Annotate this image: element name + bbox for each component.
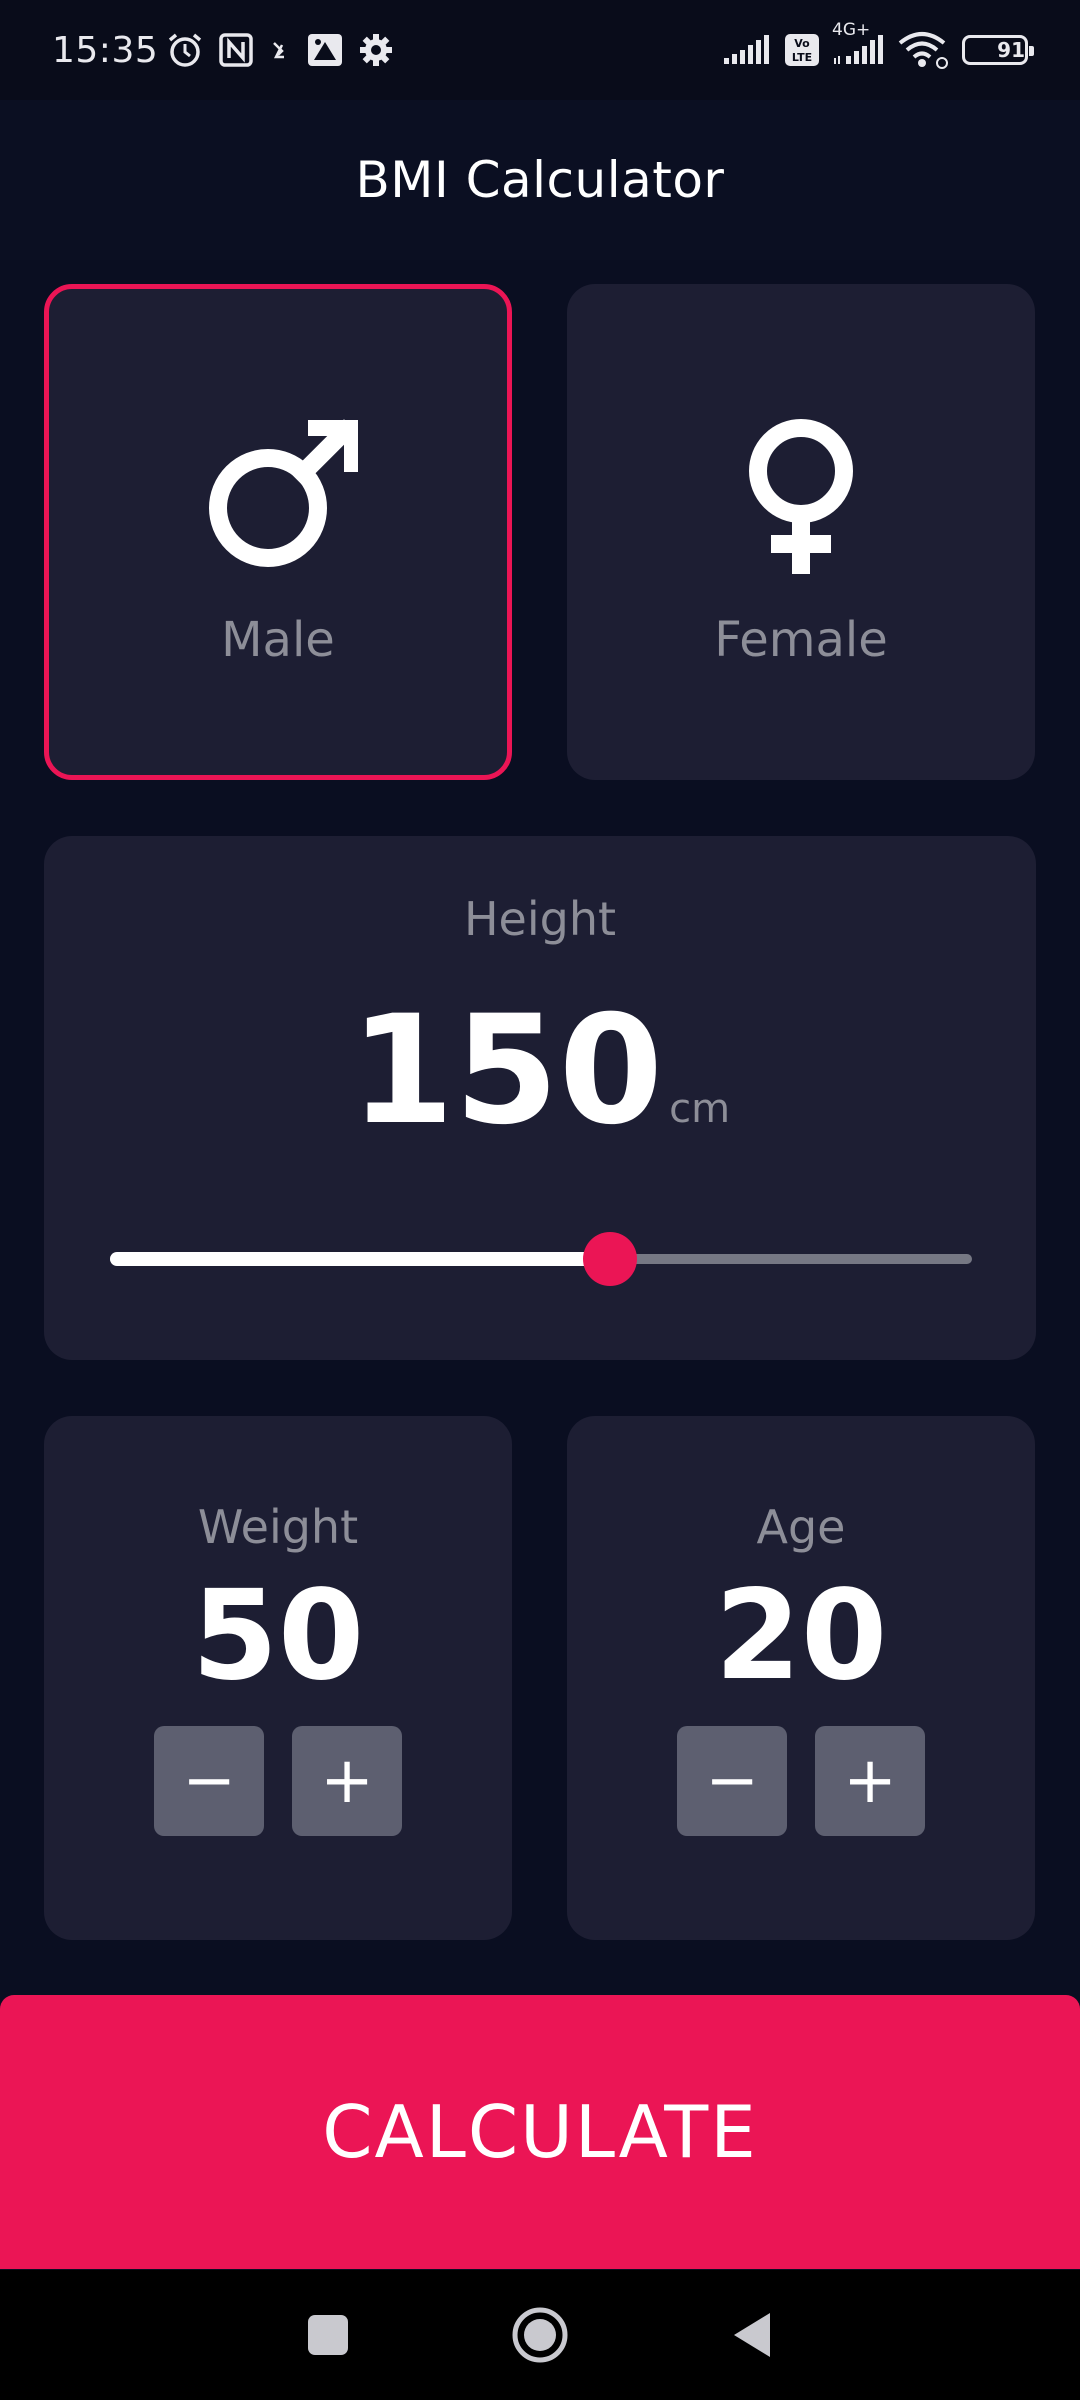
weight-label: Weight [197, 1500, 359, 1554]
weight-value: 50 [191, 1564, 365, 1708]
calculate-button[interactable]: CALCULATE [0, 1995, 1080, 2269]
signal-icon [722, 34, 772, 66]
height-value: 150 [349, 984, 664, 1158]
height-value-row: 150 cm [44, 996, 1036, 1146]
page-title: BMI Calculator [355, 151, 725, 209]
svg-text:LTE: LTE [792, 51, 812, 64]
home-icon[interactable] [510, 2305, 570, 2365]
weight-decrement-button[interactable]: − [154, 1726, 264, 1837]
recent-apps-icon[interactable] [306, 2313, 350, 2357]
weight-card: Weight 50 − + [44, 1416, 512, 1940]
age-card: Age 20 − + [567, 1416, 1035, 1940]
battery-level: 91 [997, 38, 1025, 62]
svg-text:Vo: Vo [794, 37, 810, 50]
nfc-icon [218, 32, 254, 68]
back-icon[interactable] [730, 2310, 774, 2360]
system-nav-bar [0, 2270, 1080, 2400]
settings-icon [358, 32, 394, 68]
age-increment-button[interactable]: + [815, 1726, 925, 1837]
status-left-icons [166, 31, 394, 69]
sim-icon [268, 35, 292, 65]
age-decrement-button[interactable]: − [677, 1726, 787, 1837]
battery-icon: 91 [962, 35, 1034, 65]
wifi-icon [898, 31, 950, 69]
height-unit: cm [669, 1086, 731, 1132]
male-icon [198, 416, 360, 576]
height-slider[interactable] [110, 1232, 972, 1286]
photo-icon [306, 32, 344, 68]
male-label: Male [221, 612, 335, 668]
male-card[interactable]: Male [44, 284, 512, 780]
status-time: 15:35 [52, 29, 159, 71]
age-value: 20 [714, 1564, 888, 1708]
network-type-signal-icon: 4G+ [832, 20, 886, 66]
height-label: Height [463, 892, 617, 946]
weight-increment-button[interactable]: + [292, 1726, 402, 1837]
slider-thumb[interactable] [582, 1232, 637, 1286]
female-label: Female [714, 612, 888, 668]
female-icon [721, 416, 881, 576]
network-type-label: 4G+ [832, 20, 871, 40]
weight-stepper: − + [154, 1726, 402, 1837]
age-stepper: − + [677, 1726, 925, 1837]
status-bar: 15:35 Vo LTE 4G+ 91 [0, 0, 1080, 100]
height-card: Height 150 cm [44, 836, 1036, 1360]
female-card[interactable]: Female [567, 284, 1035, 780]
alarm-icon [166, 31, 204, 69]
app-bar: BMI Calculator [0, 100, 1080, 260]
status-right-icons: Vo LTE 4G+ 91 [722, 20, 1034, 69]
volte-icon: Vo LTE [784, 33, 820, 67]
age-label: Age [756, 1500, 846, 1554]
slider-active-track [110, 1252, 610, 1266]
